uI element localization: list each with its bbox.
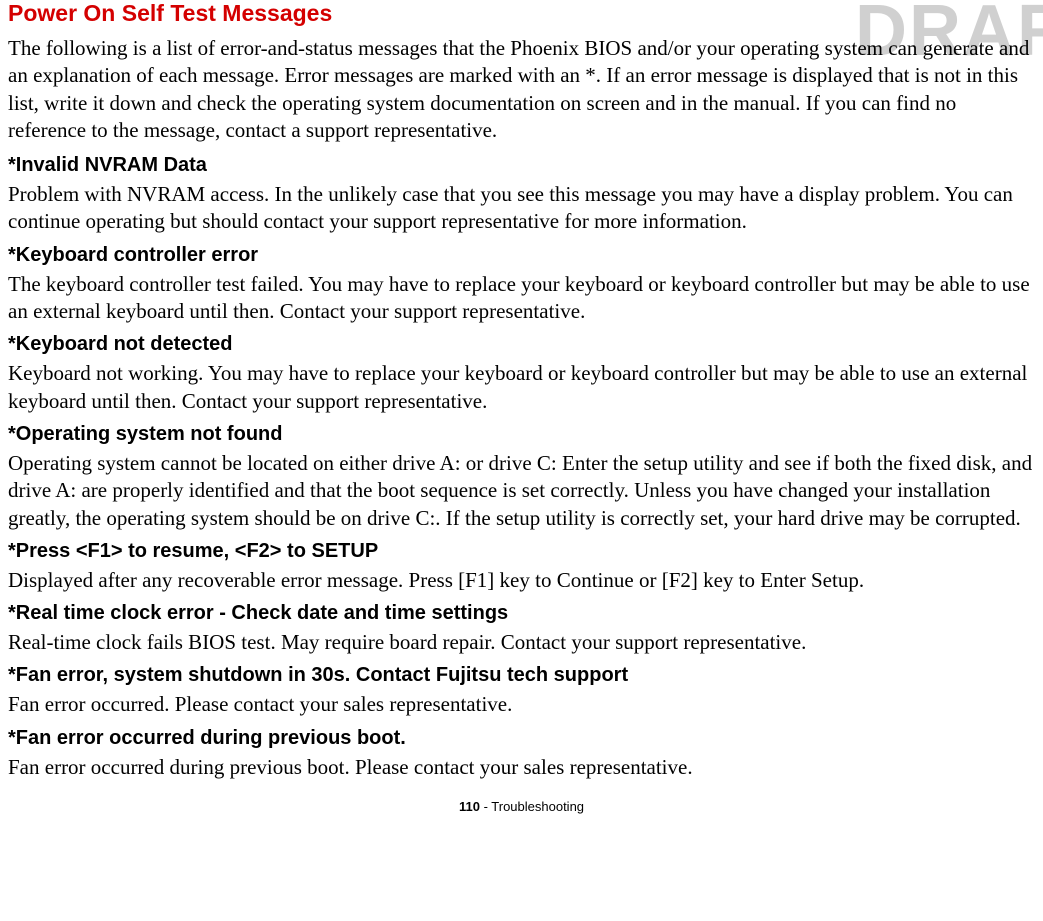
page-number: 110	[459, 799, 480, 814]
error-description: The keyboard controller test failed. You…	[8, 271, 1035, 326]
section-title: Power On Self Test Messages	[8, 0, 1035, 27]
error-heading: *Operating system not found	[8, 423, 1035, 446]
error-description: Operating system cannot be located on ei…	[8, 450, 1035, 532]
error-description: Fan error occurred. Please contact your …	[8, 691, 1035, 718]
error-heading: *Invalid NVRAM Data	[8, 154, 1035, 177]
error-heading: *Keyboard controller error	[8, 244, 1035, 267]
page-footer: 110 - Troubleshooting	[8, 799, 1035, 824]
error-heading: *Press <F1> to resume, <F2> to SETUP	[8, 540, 1035, 563]
error-heading: *Keyboard not detected	[8, 333, 1035, 356]
error-description: Displayed after any recoverable error me…	[8, 567, 1035, 594]
error-heading: *Fan error occurred during previous boot…	[8, 727, 1035, 750]
intro-paragraph: The following is a list of error-and-sta…	[8, 35, 1035, 144]
error-heading: *Fan error, system shutdown in 30s. Cont…	[8, 664, 1035, 687]
footer-section-name: Troubleshooting	[491, 799, 584, 814]
error-description: Real-time clock fails BIOS test. May req…	[8, 629, 1035, 656]
error-heading: *Real time clock error - Check date and …	[8, 602, 1035, 625]
error-description: Problem with NVRAM access. In the unlike…	[8, 181, 1035, 236]
error-description: Keyboard not working. You may have to re…	[8, 360, 1035, 415]
error-description: Fan error occurred during previous boot.…	[8, 754, 1035, 781]
footer-separator: -	[480, 799, 491, 814]
